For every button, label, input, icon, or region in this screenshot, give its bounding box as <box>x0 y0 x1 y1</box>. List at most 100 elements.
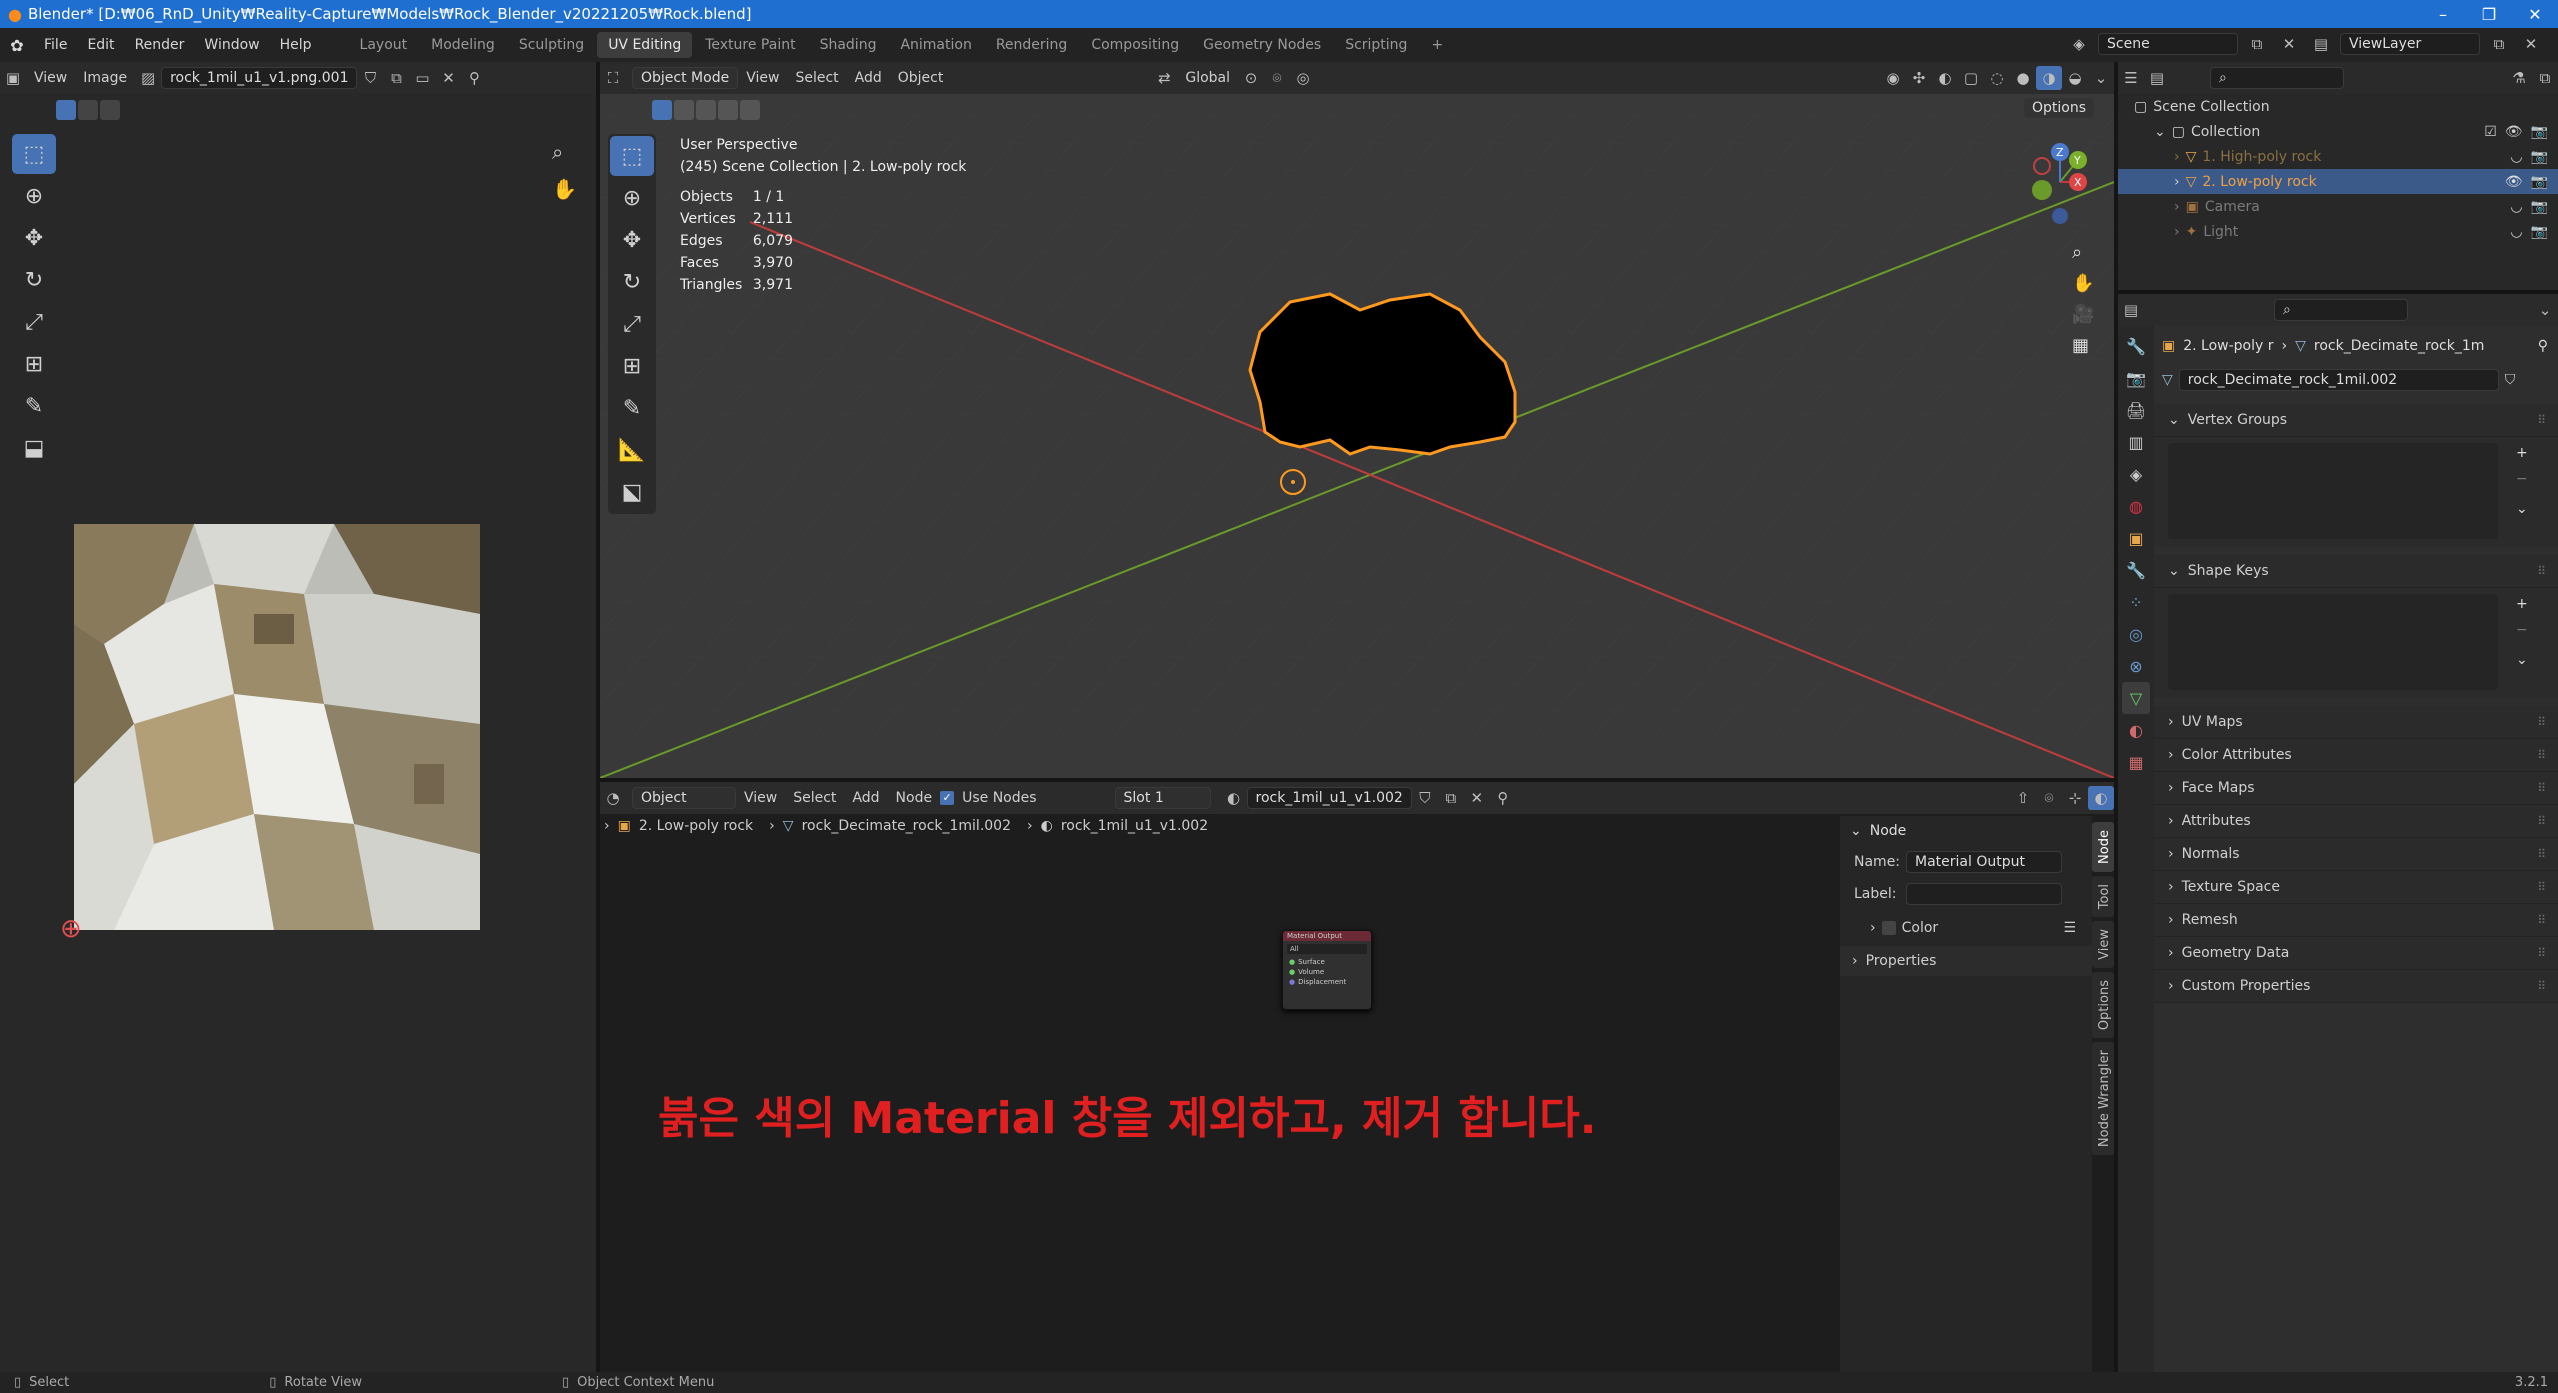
outliner-row-low-poly[interactable]: › ▽ 2. Low-poly rock 👁 📷 <box>2118 169 2558 194</box>
tab-node-wrangler[interactable]: Node Wrangler <box>2092 1042 2114 1156</box>
drag-handle-icon[interactable]: ⠿ <box>2537 413 2546 427</box>
restore-button[interactable]: ❐ <box>2466 0 2512 28</box>
rotate-tool-icon[interactable]: ↻ <box>12 260 56 300</box>
texture-tab-icon[interactable]: ▦ <box>2122 746 2150 778</box>
chevron-down-icon[interactable]: ⌄ <box>2532 298 2558 322</box>
outliner-row-light[interactable]: › ✦ Light ◡ 📷 <box>2134 219 2558 244</box>
normals-panel[interactable]: › Normals ⠿ <box>2154 838 2558 871</box>
menu-edit[interactable]: Edit <box>77 28 124 62</box>
ortho-grid-icon[interactable]: ▦ <box>2072 335 2094 356</box>
select-mode-extend-icon[interactable] <box>78 100 98 120</box>
drag-handle-icon[interactable]: ⠿ <box>2537 781 2546 795</box>
material-output-node[interactable]: Material Output All ● Surface ● Volume ● Di… <box>1282 930 1372 1010</box>
node-label-field[interactable] <box>1906 883 2062 905</box>
use-nodes-checkbox[interactable]: ✓ <box>940 791 955 805</box>
editor-type-icon[interactable]: ▤ <box>2118 298 2144 322</box>
unlink-image-icon[interactable]: ✕ <box>435 66 461 90</box>
constraints-tab-icon[interactable]: ⊗ <box>2122 650 2150 682</box>
shader-type-dropdown[interactable]: Object <box>632 787 736 809</box>
drag-handle-icon[interactable]: ⠿ <box>2537 946 2546 960</box>
view-layer-tab-icon[interactable]: ▥ <box>2122 426 2150 458</box>
open-image-icon[interactable]: ▭ <box>409 66 435 90</box>
overlay-toggle-icon[interactable]: ◐ <box>2088 786 2114 810</box>
tab-view[interactable]: View <box>2092 921 2114 969</box>
tab-options[interactable]: Options <box>2092 972 2114 1039</box>
material-browse-icon[interactable]: ◐ <box>1221 786 1247 810</box>
unlink-material-icon[interactable]: ✕ <box>1464 786 1490 810</box>
new-material-icon[interactable]: ⧉ <box>1438 786 1464 810</box>
shape-keys-list[interactable] <box>2168 594 2498 690</box>
socket-icon[interactable]: ● <box>1289 968 1295 976</box>
viewlayer-icon[interactable]: ▤ <box>2308 32 2334 56</box>
blender-menu-icon[interactable]: ✿ <box>0 36 34 55</box>
select-box-tool-icon[interactable]: ⬚ <box>12 134 56 174</box>
camera-icon[interactable]: 📷 <box>2531 149 2548 165</box>
tab-modeling[interactable]: Modeling <box>420 32 506 58</box>
menu-render[interactable]: Render <box>125 28 195 62</box>
pan-hand-icon[interactable]: ✋ <box>2072 273 2094 294</box>
eye-closed-icon[interactable]: ◡ <box>2510 199 2522 215</box>
image-browse-icon[interactable]: ▨ <box>135 66 161 90</box>
snap-mode-icon[interactable]: ⊹ <box>2062 786 2088 810</box>
drag-handle-icon[interactable]: ⠿ <box>2537 564 2546 578</box>
zoom-icon[interactable]: ⌕ <box>2072 242 2094 263</box>
zoom-icon[interactable]: ⌕ <box>552 140 563 164</box>
grab-tool-icon[interactable]: ⬓ <box>12 428 56 468</box>
select-mode-new-icon[interactable] <box>56 100 76 120</box>
pan-hand-icon[interactable]: ✋ <box>552 177 577 201</box>
custom-properties-panel[interactable]: › Custom Properties ⠿ <box>2154 970 2558 1003</box>
material-tab-icon[interactable]: ◐ <box>2122 714 2150 746</box>
scale-tool-icon[interactable]: ⤢ <box>12 302 56 342</box>
color-attributes-panel[interactable]: › Color Attributes ⠿ <box>2154 739 2558 772</box>
select-mode-subtract-icon[interactable] <box>100 100 120 120</box>
tab-node[interactable]: Node <box>2092 822 2114 872</box>
image-view-menu[interactable]: View <box>26 70 75 86</box>
rock-object[interactable] <box>600 62 2114 778</box>
output-tab-icon[interactable]: 🖨 <box>2122 394 2150 426</box>
node-node-menu[interactable]: Node <box>888 790 941 806</box>
uv-maps-panel[interactable]: › UV Maps ⠿ <box>2154 706 2558 739</box>
node-panel-header[interactable]: ⌄ Node <box>1840 816 2092 846</box>
filter-icon[interactable]: ⚗ <box>2506 66 2532 90</box>
camera-icon[interactable]: 📷 <box>2531 124 2548 140</box>
remove-icon[interactable]: − <box>2516 471 2528 487</box>
tab-uv-editing[interactable]: UV Editing <box>597 32 693 58</box>
node-name-field[interactable]: Material Output <box>1906 851 2062 873</box>
camera-icon[interactable]: 📷 <box>2531 199 2548 215</box>
outliner-row-collection[interactable]: ⌄ ▢ Collection ☑ 👁 📷 <box>2134 119 2558 144</box>
scene-icon[interactable]: ◈ <box>2066 32 2092 56</box>
node-add-menu[interactable]: Add <box>844 790 887 806</box>
scene-selector[interactable]: Scene <box>2098 33 2238 55</box>
eye-closed-icon[interactable]: ◡ <box>2510 149 2522 165</box>
attributes-panel[interactable]: › Attributes ⠿ <box>2154 805 2558 838</box>
chevron-down-icon[interactable]: ⌄ <box>2516 652 2528 668</box>
editor-type-icon[interactable]: ◔ <box>600 786 626 810</box>
tab-animation[interactable]: Animation <box>889 32 982 58</box>
add-icon[interactable]: + <box>2516 596 2528 612</box>
camera-view-icon[interactable]: 🎥 <box>2072 304 2094 325</box>
color-subpanel[interactable]: › Color ☰ <box>1840 910 2092 946</box>
camera-icon[interactable]: 📷 <box>2531 174 2548 190</box>
texture-space-panel[interactable]: › Texture Space ⠿ <box>2154 871 2558 904</box>
eye-icon[interactable]: 👁 <box>2505 174 2523 190</box>
properties-panel[interactable]: › Properties <box>1840 946 2092 976</box>
socket-icon[interactable]: ● <box>1289 978 1295 986</box>
tab-geometry-nodes[interactable]: Geometry Nodes <box>1192 32 1332 58</box>
render-tab-icon[interactable]: 📷 <box>2122 362 2150 394</box>
pin-icon[interactable]: ⚲ <box>2538 338 2548 354</box>
vertex-groups-header[interactable]: ⌄ Vertex Groups ⠿ <box>2154 404 2558 437</box>
move-tool-icon[interactable]: ✥ <box>12 218 56 258</box>
properties-search-input[interactable]: ⌕ <box>2274 299 2408 321</box>
tab-rendering[interactable]: Rendering <box>985 32 1079 58</box>
image-name-field[interactable]: rock_1mil_u1_v1.png.001 <box>161 67 358 89</box>
drag-handle-icon[interactable]: ⠿ <box>2537 748 2546 762</box>
2d-cursor-icon[interactable]: ⊕ <box>60 914 82 944</box>
tab-shading[interactable]: Shading <box>809 32 888 58</box>
outliner-search-input[interactable]: ⌕ <box>2210 67 2344 89</box>
add-workspace-button[interactable]: + <box>1420 32 1454 58</box>
remove-icon[interactable]: − <box>2516 622 2528 638</box>
face-maps-panel[interactable]: › Face Maps ⠿ <box>2154 772 2558 805</box>
modifier-tab-icon[interactable]: 🔧 <box>2122 554 2150 586</box>
geometry-data-panel[interactable]: › Geometry Data ⠿ <box>2154 937 2558 970</box>
object-tab-icon[interactable]: ▣ <box>2122 522 2150 554</box>
